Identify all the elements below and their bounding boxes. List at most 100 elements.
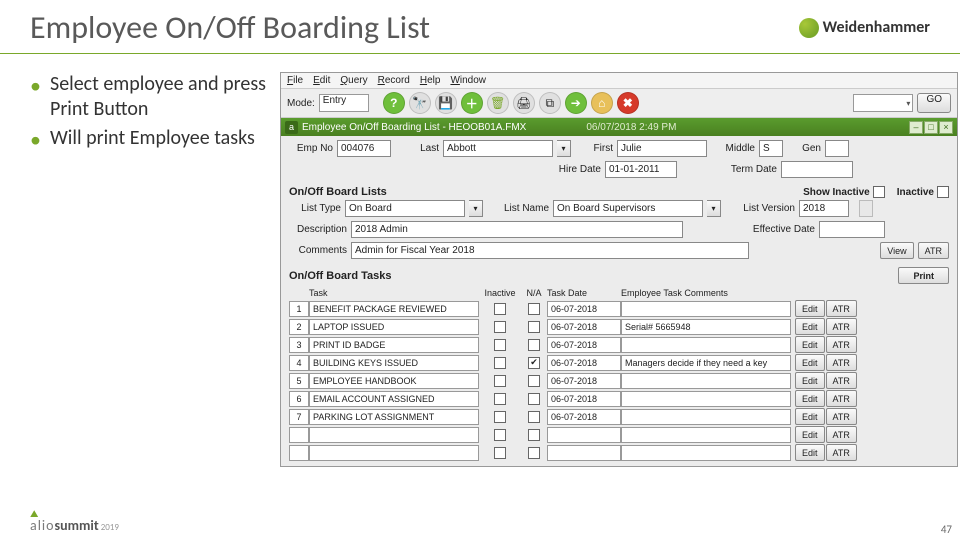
list-version-field[interactable]: 2018 xyxy=(799,200,849,217)
last-field[interactable]: Abbott xyxy=(443,140,553,157)
task-date-field[interactable]: 06-07-2018 xyxy=(547,391,621,407)
task-comments-field[interactable] xyxy=(621,445,791,461)
task-inactive-checkbox[interactable] xyxy=(494,429,506,441)
task-na-checkbox[interactable] xyxy=(528,429,540,441)
task-comments-field[interactable]: Managers decide if they need a key xyxy=(621,355,791,371)
task-na-checkbox[interactable] xyxy=(528,303,540,315)
nav-combo[interactable] xyxy=(853,94,913,112)
atr-button[interactable]: ATR xyxy=(826,336,857,353)
task-inactive-checkbox[interactable] xyxy=(494,303,506,315)
inactive-checkbox[interactable] xyxy=(937,186,949,198)
task-comments-field[interactable] xyxy=(621,391,791,407)
task-name-field[interactable] xyxy=(309,445,479,461)
task-date-field[interactable]: 06-07-2018 xyxy=(547,319,621,335)
task-comments-field[interactable] xyxy=(621,373,791,389)
task-inactive-checkbox[interactable] xyxy=(494,411,506,423)
term-date-field[interactable] xyxy=(781,161,853,178)
task-date-field[interactable]: 06-07-2018 xyxy=(547,373,621,389)
task-date-field[interactable]: 06-07-2018 xyxy=(547,409,621,425)
task-comments-field[interactable]: Serial# 5665948 xyxy=(621,319,791,335)
arrow-right-icon[interactable]: ➔ xyxy=(565,92,587,114)
view-button[interactable]: View xyxy=(880,242,913,259)
task-date-field[interactable] xyxy=(547,445,621,461)
task-name-field[interactable]: EMAIL ACCOUNT ASSIGNED xyxy=(309,391,479,407)
edit-button[interactable]: Edit xyxy=(795,408,825,425)
task-date-field[interactable] xyxy=(547,427,621,443)
list-type-field[interactable]: On Board xyxy=(345,200,465,217)
menu-window[interactable]: Window xyxy=(450,75,486,86)
mode-field[interactable]: Entry xyxy=(319,94,369,112)
atr-button[interactable]: ATR xyxy=(826,390,857,407)
edit-button[interactable]: Edit xyxy=(795,300,825,317)
task-na-checkbox[interactable]: ✔ xyxy=(528,357,540,369)
edit-button[interactable]: Edit xyxy=(795,426,825,443)
middle-field[interactable]: S xyxy=(759,140,783,157)
list-name-field[interactable]: On Board Supervisors xyxy=(553,200,703,217)
list-type-dropdown[interactable]: ▾ xyxy=(469,200,483,217)
maximize-icon[interactable]: □ xyxy=(924,121,938,134)
add-icon[interactable]: ＋ xyxy=(461,92,483,114)
task-date-field[interactable]: 06-07-2018 xyxy=(547,301,621,317)
help-icon[interactable]: ? xyxy=(383,92,405,114)
go-button[interactable]: GO xyxy=(917,93,951,113)
description-field[interactable]: 2018 Admin xyxy=(351,221,683,238)
edit-button[interactable]: Edit xyxy=(795,336,825,353)
menu-query[interactable]: Query xyxy=(340,75,367,86)
task-na-checkbox[interactable] xyxy=(528,339,540,351)
print-button[interactable]: Print xyxy=(898,267,949,284)
edit-button[interactable]: Edit xyxy=(795,354,825,371)
task-comments-field[interactable] xyxy=(621,427,791,443)
task-inactive-checkbox[interactable] xyxy=(494,447,506,459)
task-na-checkbox[interactable] xyxy=(528,411,540,423)
edit-button[interactable]: Edit xyxy=(795,318,825,335)
task-na-checkbox[interactable] xyxy=(528,447,540,459)
edit-button[interactable]: Edit xyxy=(795,444,825,461)
effective-date-field[interactable] xyxy=(819,221,885,238)
menu-record[interactable]: Record xyxy=(378,75,410,86)
hire-date-field[interactable]: 01-01-2011 xyxy=(605,161,677,178)
edit-button[interactable]: Edit xyxy=(795,372,825,389)
close-icon[interactable]: ✖ xyxy=(617,92,639,114)
task-comments-field[interactable] xyxy=(621,337,791,353)
last-dropdown[interactable]: ▾ xyxy=(557,140,571,157)
save-icon[interactable]: 💾 xyxy=(435,92,457,114)
task-date-field[interactable]: 06-07-2018 xyxy=(547,355,621,371)
task-na-checkbox[interactable] xyxy=(528,375,540,387)
task-comments-field[interactable] xyxy=(621,409,791,425)
atr-button[interactable]: ATR xyxy=(826,408,857,425)
first-field[interactable]: Julie xyxy=(617,140,707,157)
home-icon[interactable]: ⌂ xyxy=(591,92,613,114)
close-window-icon[interactable]: × xyxy=(939,121,953,134)
gen-field[interactable] xyxy=(825,140,849,157)
atr-button[interactable]: ATR xyxy=(826,426,857,443)
task-na-checkbox[interactable] xyxy=(528,393,540,405)
edit-button[interactable]: Edit xyxy=(795,390,825,407)
task-inactive-checkbox[interactable] xyxy=(494,357,506,369)
menu-file[interactable]: File xyxy=(287,75,303,86)
minimize-icon[interactable]: – xyxy=(909,121,923,134)
task-inactive-checkbox[interactable] xyxy=(494,375,506,387)
list-scrollbar[interactable] xyxy=(859,200,873,217)
task-name-field[interactable]: EMPLOYEE HANDBOOK xyxy=(309,373,479,389)
print-icon[interactable]: 🖨 xyxy=(513,92,535,114)
task-na-checkbox[interactable] xyxy=(528,321,540,333)
task-date-field[interactable]: 06-07-2018 xyxy=(547,337,621,353)
task-name-field[interactable] xyxy=(309,427,479,443)
atr-button[interactable]: ATR xyxy=(826,354,857,371)
copy-icon[interactable]: ⧉ xyxy=(539,92,561,114)
task-inactive-checkbox[interactable] xyxy=(494,321,506,333)
task-name-field[interactable]: PRINT ID BADGE xyxy=(309,337,479,353)
atr-button[interactable]: ATR xyxy=(826,318,857,335)
task-name-field[interactable]: LAPTOP ISSUED xyxy=(309,319,479,335)
atr-button[interactable]: ATR xyxy=(826,372,857,389)
comments-field[interactable]: Admin for Fiscal Year 2018 xyxy=(351,242,749,259)
task-inactive-checkbox[interactable] xyxy=(494,393,506,405)
task-comments-field[interactable] xyxy=(621,301,791,317)
atr-button[interactable]: ATR xyxy=(918,242,949,259)
atr-button[interactable]: ATR xyxy=(826,444,857,461)
task-name-field[interactable]: PARKING LOT ASSIGNMENT xyxy=(309,409,479,425)
task-name-field[interactable]: BENEFIT PACKAGE REVIEWED xyxy=(309,301,479,317)
task-inactive-checkbox[interactable] xyxy=(494,339,506,351)
atr-button[interactable]: ATR xyxy=(826,300,857,317)
delete-icon[interactable]: 🗑 xyxy=(487,92,509,114)
